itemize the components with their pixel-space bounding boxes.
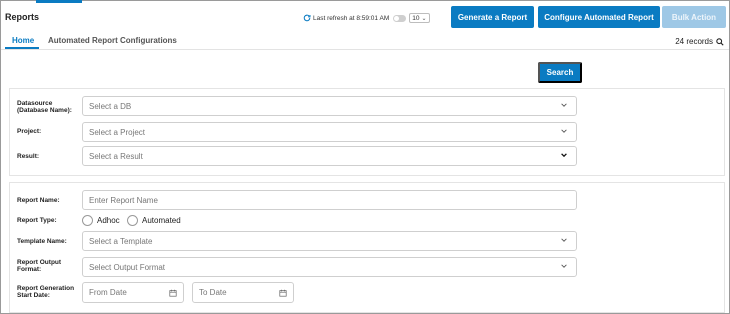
from-date-placeholder: From Date [89,288,127,297]
radio-circle[interactable] [82,215,93,226]
output-format-placeholder: Select Output Format [89,262,166,272]
tab-automated-report-configurations[interactable]: Automated Report Configurations [48,36,177,45]
datasource-placeholder: Select a DB [89,101,132,111]
chevron-down-icon [561,238,567,242]
automated-label: Automated [142,216,181,225]
tab-home[interactable]: Home [12,36,34,45]
chevron-down-icon [561,153,567,158]
top-accent-bar [36,0,82,3]
to-date-input[interactable]: To Date [192,282,294,303]
report-type-automated-radio[interactable]: Automated [127,215,181,226]
project-label: Project: [17,128,42,135]
result-select[interactable]: Select a Result [82,146,577,166]
refresh-icon[interactable] [303,14,311,22]
output-format-select[interactable]: Select Output Format [82,257,577,277]
report-type-label: Report Type: [17,217,57,224]
template-select[interactable]: Select a Template [82,231,577,251]
page-size-select[interactable]: 10 ⌄ [409,13,430,23]
page-size-value: 10 [412,14,420,22]
from-date-input[interactable]: From Date [82,282,184,303]
configure-automated-report-button[interactable]: Configure Automated Report [538,6,660,28]
adhoc-label: Adhoc [97,216,120,225]
chevron-down-icon [561,129,567,133]
project-select[interactable]: Select a Project [82,122,577,142]
calendar-icon[interactable] [169,289,177,297]
report-name-input[interactable]: Enter Report Name [82,190,577,210]
output-format-label: Report Output Format: [17,259,62,273]
search-icon[interactable] [716,37,724,46]
project-placeholder: Select a Project [89,127,146,137]
records-count-text: 24 records [675,37,713,46]
bulk-action-button[interactable]: Bulk Action [662,6,726,28]
report-name-label: Report Name: [17,197,60,204]
chevron-down-icon: ⌄ [421,15,427,22]
result-placeholder: Select a Result [89,151,143,161]
to-date-placeholder: To Date [199,288,227,297]
datasource-label: Datasource (Database Name): [17,100,72,114]
auto-refresh-toggle[interactable] [393,14,407,22]
refresh-status: Last refresh at 8:59:01 AM 10 ⌄ [303,13,430,23]
generate-report-button[interactable]: Generate a Report [451,6,534,28]
records-count: 24 records [675,37,724,46]
chevron-down-icon [561,103,567,107]
result-label: Result: [17,153,40,160]
template-placeholder: Select a Template [89,236,153,246]
radio-circle[interactable] [127,215,138,226]
calendar-icon[interactable] [279,289,287,297]
report-name-placeholder: Enter Report Name [89,195,158,205]
start-date-label: Report Generation Start Date: [17,285,75,299]
datasource-select[interactable]: Select a DB [82,96,577,116]
page-title: Reports [5,12,40,22]
report-type-adhoc-radio[interactable]: Adhoc [82,215,120,226]
search-button[interactable]: Search [538,62,582,83]
template-name-label: Template Name: [17,238,67,245]
last-refresh-text: Last refresh at 8:59:01 AM [313,14,390,22]
chevron-down-icon [561,264,567,268]
tabs-divider [1,49,729,50]
